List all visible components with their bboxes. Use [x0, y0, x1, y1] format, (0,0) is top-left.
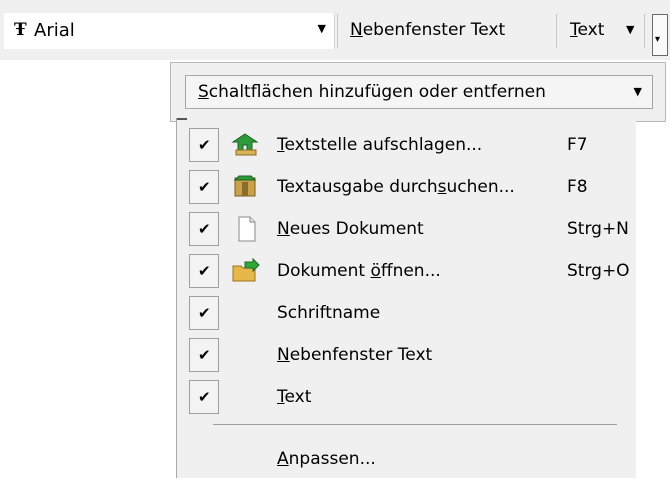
- menu-item-label: Anpassen...: [277, 449, 376, 469]
- checkbox: ✔: [189, 128, 219, 162]
- dropdown-arrow-icon: ▼: [633, 85, 642, 98]
- checkbox: ✔: [189, 170, 219, 204]
- menu-item-label: Neues Dokument: [277, 219, 424, 239]
- menu-item-label: Dokument öffnen...: [277, 261, 441, 281]
- checkmark-icon: ✔: [198, 178, 211, 196]
- open-document-icon: [232, 258, 260, 282]
- checkbox: ✔: [189, 380, 219, 414]
- toolbar: Ŧ Arial ▼ Nebenfenster Text Text ▼ ▾: [0, 0, 670, 60]
- menu-item-shortcut: Strg+O: [567, 261, 630, 281]
- menu-item-shortcut: F8: [567, 177, 588, 197]
- menu-item-customize[interactable]: Anpassen...: [187, 440, 627, 480]
- menu-item-font-name[interactable]: ✔ Schriftname: [187, 294, 627, 334]
- menu-item-side-window-text[interactable]: ✔ Nebenfenster Text: [187, 336, 627, 376]
- font-icon: Ŧ: [14, 20, 27, 40]
- new-document-icon: [238, 216, 256, 242]
- dropdown-arrow-icon[interactable]: ▼: [318, 22, 326, 35]
- toolbar-overflow-button[interactable]: ▾: [652, 14, 668, 56]
- font-name-combo[interactable]: Ŧ Arial ▼: [4, 13, 335, 49]
- toolbar-separator: [556, 14, 557, 48]
- checkmark-icon: ✔: [198, 346, 211, 364]
- checkbox: ✔: [189, 338, 219, 372]
- menu-item-label: Schriftname: [277, 303, 381, 323]
- menu-item-search-edition[interactable]: ✔ Textausgabe durchsuchen... F8: [187, 168, 627, 208]
- menu-separator: [213, 424, 617, 425]
- menu-item-label: Text: [277, 387, 312, 407]
- menu-item-new-document[interactable]: ✔ Neues Dokument Strg+N: [187, 210, 629, 250]
- checkmark-icon: ✔: [198, 136, 211, 154]
- checkbox: ✔: [189, 254, 219, 288]
- menu-item-label: Textstelle aufschlagen...: [277, 135, 483, 155]
- lookup-passage-icon: [231, 133, 259, 156]
- text-dropdown-arrow-icon[interactable]: ▼: [626, 23, 634, 36]
- add-remove-buttons-label: Schaltflächen hinzufügen oder entfernen: [198, 82, 546, 102]
- menu-item-shortcut: Strg+N: [567, 219, 629, 239]
- menu-item-lookup-passage[interactable]: ✔ Textstelle aufschlagen... F7: [187, 126, 627, 166]
- text-dropdown-button[interactable]: Text: [570, 20, 604, 40]
- checkmark-icon: ✔: [198, 220, 211, 238]
- toolbar-options-popup: Schaltflächen hinzufügen oder entfernen …: [170, 62, 666, 122]
- menu-item-text[interactable]: ✔ Text: [187, 378, 627, 418]
- checkmark-icon: ✔: [198, 388, 211, 406]
- toolbar-separator: [337, 14, 338, 48]
- menu-item-open-document[interactable]: ✔ Dokument öffnen... Strg+O: [187, 252, 630, 292]
- toolbar-separator: [644, 14, 645, 48]
- search-edition-icon: [233, 175, 257, 197]
- menu-item-shortcut: F7: [567, 135, 588, 155]
- checkmark-icon: ✔: [198, 304, 211, 322]
- menu-item-label: Nebenfenster Text: [277, 345, 433, 365]
- menu-top-edge: [177, 118, 187, 120]
- add-remove-buttons-button[interactable]: Schaltflächen hinzufügen oder entfernen …: [185, 75, 653, 109]
- chevron-down-icon: ▾: [655, 34, 661, 45]
- menu-item-label: Textausgabe durchsuchen...: [277, 177, 515, 197]
- buttons-submenu: ✔ Textstelle aufschlagen... F7 ✔ Textaus…: [176, 118, 636, 478]
- checkmark-icon: ✔: [198, 262, 211, 280]
- checkbox: ✔: [189, 296, 219, 330]
- side-window-text-button[interactable]: Nebenfenster Text: [350, 20, 505, 40]
- font-name-value: Arial: [34, 20, 75, 41]
- checkbox: ✔: [189, 212, 219, 246]
- text-button-label: Text: [570, 20, 605, 40]
- side-window-text-label: Nebenfenster Text: [350, 20, 506, 40]
